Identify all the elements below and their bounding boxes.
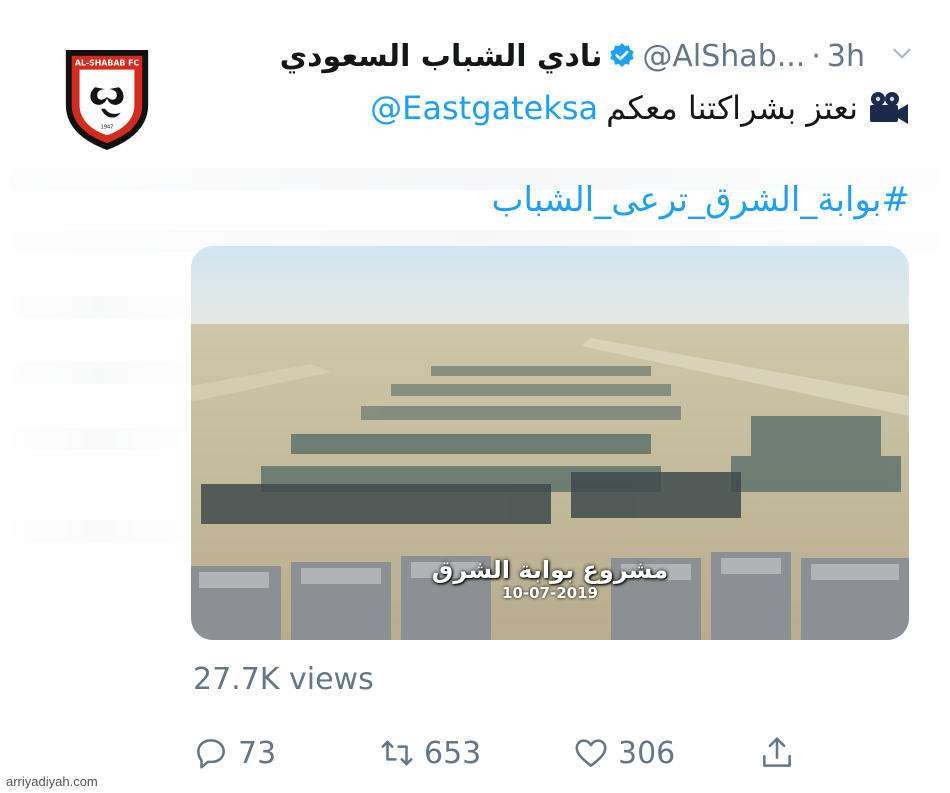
like-icon [575,739,607,767]
verified-badge-icon [610,43,635,67]
media-date: 10-07-2019 [502,584,598,602]
watermark: arriyadiyah.com [6,774,98,789]
avatar[interactable]: AL-SHABAB FC 1947 [58,44,156,152]
like-button[interactable]: 306 [572,730,675,776]
chevron-down-icon[interactable] [889,40,915,66]
user-handle[interactable]: @AlShab... [642,39,805,74]
separator-dot: · [811,38,821,74]
retweet-button[interactable]: 653 [378,730,481,776]
reply-icon [197,739,225,769]
hashtag-link[interactable]: #بوابة_الشرق_ترعى_الشباب [491,180,910,220]
film-camera-icon [870,92,908,124]
media-caption: مشروع بوابة الشرق [431,556,669,584]
like-count: 306 [618,735,676,771]
view-count: 27.7K views [193,662,374,697]
ghost-row [10,428,190,450]
tweet-time[interactable]: 3h [827,39,865,74]
al-shabab-crest-logo: AL-SHABAB FC 1947 [65,49,149,150]
share-icon [763,737,791,767]
ghost-row [10,520,190,542]
ghost-row [10,362,190,384]
ghost-row [10,296,190,318]
reply-button[interactable]: 73 [192,730,276,776]
svg-text:AL-SHABAB FC: AL-SHABAB FC [75,59,140,68]
tweet-header: نادي الشباب السعودي @AlShab... · 3h [190,34,915,78]
tweet-header-info: نادي الشباب السعودي @AlShab... · 3h [280,34,865,78]
mention-link[interactable]: @Eastgateksa [370,89,598,127]
reply-count: 73 [238,735,277,771]
tweet-text-line: @Eastgateksa نعتز بشراكتنا معكم [370,86,910,130]
media-video[interactable]: مشروع بوابة الشرق 10-07-2019 [191,246,909,640]
display-name[interactable]: نادي الشباب السعودي [280,39,603,74]
svg-text:1947: 1947 [101,124,113,130]
retweet-icon [381,740,413,766]
tweet-text: نعتز بشراكتنا معكم [606,89,858,127]
tweet-actions: 73 653 306 [192,730,812,776]
share-button[interactable] [758,730,796,776]
retweet-count: 653 [424,735,482,771]
